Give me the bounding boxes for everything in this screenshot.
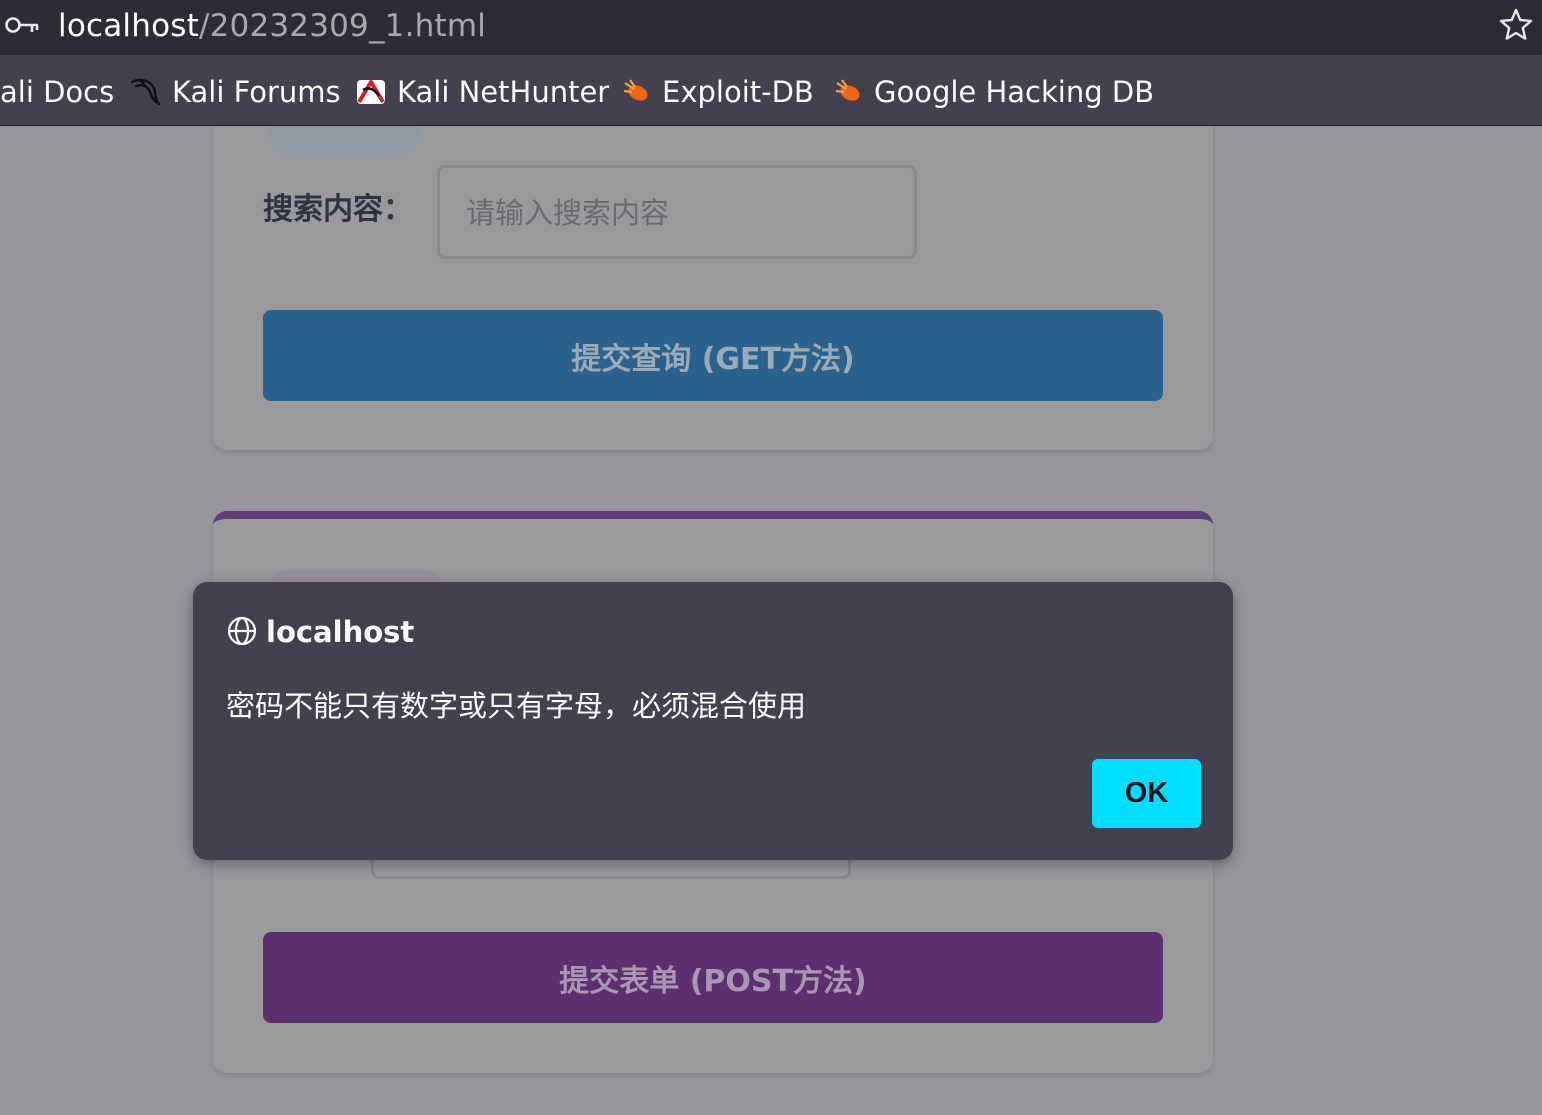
bookmark-kali-nethunter[interactable]: Kali NetHunter	[355, 72, 609, 112]
section-badge	[269, 126, 419, 154]
search-card: 搜索内容： 请输入搜索内容 提交查询 (GET方法)	[213, 126, 1213, 450]
search-label: 搜索内容：	[263, 192, 413, 227]
bookmark-label: Exploit-DB	[662, 75, 814, 109]
bookmark-label: Kali NetHunter	[397, 75, 610, 109]
kali-dragon-icon	[130, 78, 161, 106]
alert-dialog: localhost 密码不能只有数字或只有字母，必须混合使用 OK	[193, 582, 1233, 860]
search-input[interactable]: 请输入搜索内容	[437, 165, 917, 259]
bookmark-label: Kali Forums	[172, 75, 341, 109]
dialog-message: 密码不能只有数字或只有字母，必须混合使用	[226, 689, 807, 723]
get-submit-button[interactable]: 提交查询 (GET方法)	[263, 310, 1163, 401]
url-path: /20232309_1.html	[198, 8, 487, 44]
url-text[interactable]: localhost/20232309_1.html	[58, 6, 486, 46]
bookmark-star-icon[interactable]	[1498, 7, 1534, 43]
nethunter-icon	[357, 78, 385, 104]
ok-button[interactable]: OK	[1092, 759, 1201, 828]
bookmark-kali-forums[interactable]: Kali Forums	[130, 72, 341, 112]
exploit-db-icon	[835, 79, 860, 101]
bookmark-label: ali Docs	[0, 75, 115, 109]
globe-icon	[227, 616, 257, 646]
exploit-db-icon	[623, 79, 648, 101]
url-host: localhost	[58, 8, 199, 44]
search-placeholder: 请输入搜索内容	[466, 196, 670, 230]
url-bar[interactable]: localhost/20232309_1.html	[0, 0, 1542, 55]
bookmark-label: Google Hacking DB	[874, 75, 1155, 109]
key-icon	[5, 17, 39, 33]
bookmark-exploit-db[interactable]: Exploit-DB	[622, 72, 814, 112]
bookmarks-toolbar: ali Docs Kali Forums Kali NetHunter Expl…	[0, 55, 1542, 126]
post-submit-button[interactable]: 提交表单 (POST方法)	[263, 932, 1163, 1023]
bookmark-kali-docs[interactable]: ali Docs	[0, 72, 114, 112]
dialog-title: localhost	[266, 615, 415, 649]
bookmark-google-hacking-db[interactable]: Google Hacking DB	[834, 72, 1154, 112]
